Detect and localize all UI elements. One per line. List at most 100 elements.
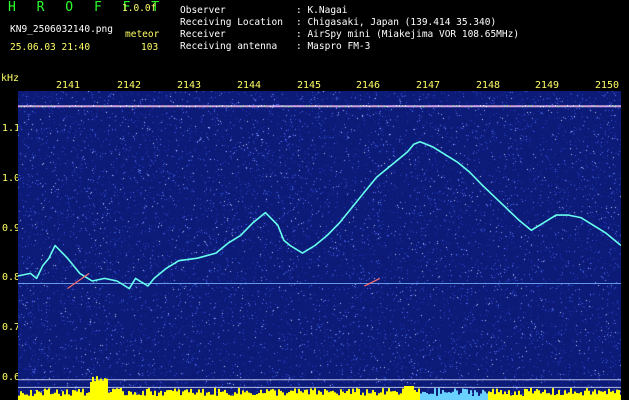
carrier-sparkle [180, 105, 181, 107]
carrier-sparkle [243, 105, 244, 107]
activity-bar [526, 389, 528, 400]
carrier-sparkle [444, 106, 445, 108]
carrier-sparkle [327, 106, 328, 108]
carrier-sparkle [114, 105, 115, 107]
carrier-sparkle [429, 106, 430, 108]
activity-bar [228, 394, 230, 400]
carrier-sparkle [447, 105, 448, 107]
carrier-sparkle [207, 106, 208, 108]
activity-bar [250, 393, 252, 400]
activity-bar [338, 395, 340, 400]
x-tick-label: 2147 [416, 80, 441, 91]
activity-bar [398, 394, 400, 400]
carrier-sparkle [552, 106, 553, 108]
activity-bar [514, 391, 516, 400]
carrier-sparkle [33, 106, 34, 108]
carrier-sparkle [162, 105, 163, 107]
activity-bar [142, 391, 144, 400]
carrier-sparkle [351, 105, 352, 107]
carrier-sparkle [195, 106, 196, 108]
activity-bar [456, 390, 458, 400]
meteor-count: 103 [141, 42, 159, 53]
activity-bar [172, 390, 174, 400]
carrier-sparkle [549, 106, 550, 108]
carrier-sparkle [150, 106, 151, 108]
activity-bar [238, 388, 240, 400]
activity-bar [146, 388, 148, 400]
activity-bar [122, 391, 124, 400]
activity-bar [254, 394, 256, 400]
activity-bar [446, 392, 448, 400]
activity-bar [92, 376, 94, 400]
activity-bar [566, 393, 568, 400]
carrier-sparkle [267, 106, 268, 108]
x-tick-label: 2148 [476, 80, 501, 91]
activity-bar [388, 388, 390, 400]
carrier-sparkle [315, 105, 316, 107]
carrier-sparkle [297, 105, 298, 107]
activity-bar [604, 390, 606, 400]
carrier-sparkle [249, 105, 250, 107]
timestamp: 25.06.03 21:40 [10, 42, 91, 53]
carrier-sparkle [30, 105, 31, 107]
spectrogram-overlay [18, 105, 621, 400]
activity-bar [488, 391, 490, 400]
activity-bar [156, 395, 158, 400]
carrier-sparkle [420, 106, 421, 108]
activity-bar [416, 391, 418, 400]
carrier-sparkle [177, 105, 178, 107]
activity-bar [42, 395, 44, 400]
activity-bar [378, 393, 380, 400]
carrier-sparkle [513, 105, 514, 107]
activity-bar [18, 395, 20, 400]
activity-bar [482, 389, 484, 400]
activity-bar [476, 392, 478, 400]
activity-bar [458, 394, 460, 400]
carrier-sparkle [168, 105, 169, 107]
activity-bar [474, 390, 476, 400]
activity-bar [520, 394, 522, 400]
activity-bar [114, 389, 116, 400]
carrier-sparkle [603, 105, 604, 107]
carrier-sparkle [66, 105, 67, 107]
activity-bar [540, 393, 542, 400]
activity-bar [528, 391, 530, 400]
activity-bar [434, 388, 436, 400]
carrier-sparkle [393, 106, 394, 108]
carrier-sparkle [396, 105, 397, 107]
carrier-sparkle [501, 106, 502, 108]
activity-bar [98, 380, 100, 400]
carrier-sparkle [117, 105, 118, 107]
activity-bar [524, 388, 526, 400]
carrier-sparkle [453, 105, 454, 107]
activity-bar [20, 391, 22, 400]
activity-bar [576, 393, 578, 400]
activity-bar [106, 378, 108, 400]
activity-bar [112, 388, 114, 400]
activity-bar [24, 394, 26, 400]
activity-bar [94, 381, 96, 400]
activity-bar [402, 388, 404, 400]
activity-bar [174, 388, 176, 400]
carrier-sparkle [111, 105, 112, 107]
carrier-sparkle [201, 106, 202, 108]
activity-bar [36, 389, 38, 400]
activity-bar [562, 394, 564, 400]
app-version: 1.0.0f [122, 3, 157, 14]
carrier-sparkle [507, 105, 508, 107]
activity-bar [186, 389, 188, 400]
carrier-sparkle [375, 105, 376, 107]
activity-bar [194, 394, 196, 400]
activity-bar [314, 388, 316, 400]
carrier-sparkle [588, 106, 589, 108]
activity-bar [132, 394, 134, 400]
activity-bar [268, 391, 270, 400]
activity-bar [120, 388, 122, 400]
carrier-sparkle [381, 105, 382, 107]
spectrogram-panel [18, 91, 621, 400]
activity-bar [164, 391, 166, 400]
activity-bar [406, 386, 408, 400]
activity-bar [494, 394, 496, 400]
activity-bar [404, 386, 406, 400]
carrier-sparkle [345, 106, 346, 108]
